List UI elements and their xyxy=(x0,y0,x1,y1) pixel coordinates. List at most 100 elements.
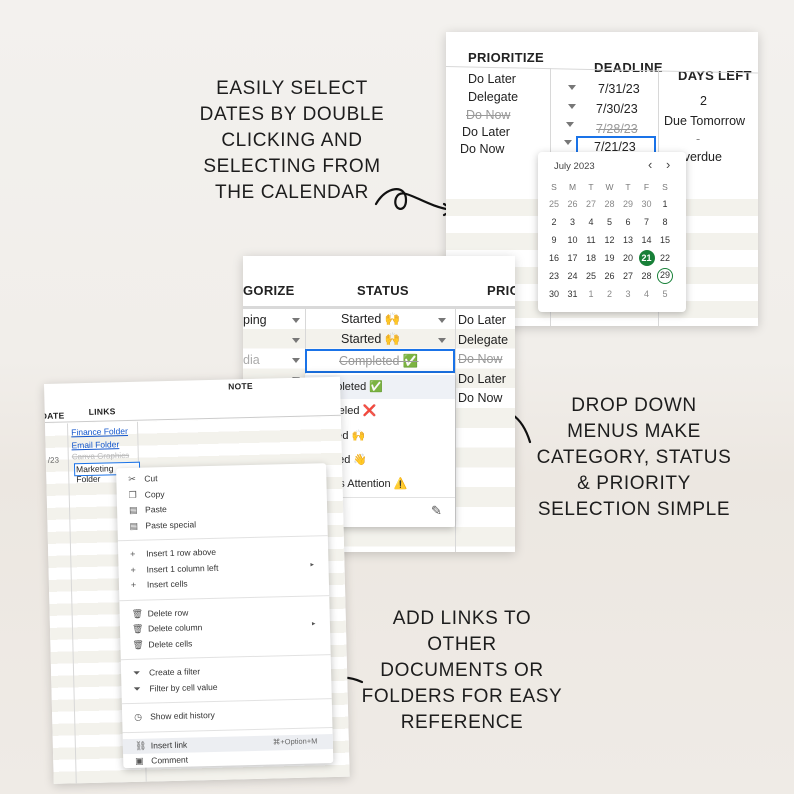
status-cell[interactable]: Started 🙌 xyxy=(341,332,400,347)
priority-cell[interactable]: Delegate xyxy=(458,333,508,347)
calendar-day[interactable]: 27 xyxy=(583,196,599,212)
calendar-day[interactable]: 27 xyxy=(620,268,636,284)
menu-item-insert-cells[interactable]: Insert cells xyxy=(147,579,188,590)
menu-item-insert-link[interactable]: Insert link xyxy=(151,739,188,750)
submenu-arrow-icon: ▸ xyxy=(310,560,315,569)
calendar-day[interactable]: 12 xyxy=(602,232,618,248)
calendar-day[interactable]: 5 xyxy=(602,214,618,230)
calendar-day[interactable]: 10 xyxy=(565,232,581,248)
calendar-day[interactable]: 30 xyxy=(546,286,562,302)
priority-cell[interactable]: Do Now xyxy=(460,142,504,156)
caption-line: & PRIORITY xyxy=(577,473,691,494)
calendar-day[interactable]: 3 xyxy=(565,214,581,230)
calendar-day[interactable]: 8 xyxy=(657,214,673,230)
menu-item-delete-cells[interactable]: Delete cells xyxy=(148,638,192,649)
menu-item-delete-row[interactable]: Delete row xyxy=(148,607,189,618)
calendar-day[interactable]: 26 xyxy=(565,196,581,212)
calendar-day[interactable]: 24 xyxy=(565,268,581,284)
dropdown-caret-icon[interactable] xyxy=(566,122,574,127)
paste-special-icon: ▤ xyxy=(129,520,139,531)
link-canva-graphics[interactable]: Canva Graphics xyxy=(72,451,130,461)
deadline-cell[interactable]: 7/30/23 xyxy=(596,102,638,116)
priority-cell[interactable]: Do Later xyxy=(458,372,506,386)
menu-item-comment[interactable]: Comment xyxy=(151,755,188,766)
caption-line: SELECTION SIMPLE xyxy=(537,499,731,520)
menu-item-delete-column[interactable]: Delete column xyxy=(148,622,203,633)
calendar-day[interactable]: 25 xyxy=(546,196,562,212)
menu-item-paste-special[interactable]: Paste special xyxy=(145,519,196,530)
dropdown-caret-icon[interactable] xyxy=(292,318,300,323)
dropdown-caret-icon[interactable] xyxy=(564,140,572,145)
deadline-cell[interactable]: 7/31/23 xyxy=(598,82,640,96)
menu-item-insert-1-row-above[interactable]: Insert 1 row above xyxy=(146,547,216,559)
calendar-day-selected[interactable]: 21 xyxy=(638,250,655,266)
calendar-day[interactable]: 7 xyxy=(639,214,655,230)
deadline-cell[interactable]: 7/28/23 xyxy=(596,122,638,136)
calendar-day[interactable]: 14 xyxy=(639,232,655,248)
calendar-day[interactable]: 18 xyxy=(583,250,599,266)
calendar-day[interactable]: 29 xyxy=(620,196,636,212)
context-menu[interactable]: ✂ Cut ❐ Copy ▤ Paste ▤ Paste special + Insert 1 r… xyxy=(116,463,334,769)
menu-item-filter-by-cell-value[interactable]: Filter by cell value xyxy=(149,681,217,693)
calendar-day[interactable]: 1 xyxy=(657,196,673,212)
next-month-button[interactable]: › xyxy=(666,157,670,172)
dropdown-caret-icon[interactable] xyxy=(438,318,446,323)
link-email-folder[interactable]: Email Folder xyxy=(71,439,119,450)
weekday-label: M xyxy=(568,182,577,192)
dropdown-caret-icon[interactable] xyxy=(292,357,300,363)
calendar-day[interactable]: 15 xyxy=(657,232,673,248)
dropdown-caret-icon[interactable] xyxy=(438,338,446,343)
category-cell[interactable]: ping xyxy=(243,313,267,327)
calendar-day[interactable]: 11 xyxy=(583,232,599,248)
menu-separator xyxy=(119,594,330,601)
calendar-day[interactable]: 5 xyxy=(657,286,673,302)
calendar-day[interactable]: 1 xyxy=(583,286,599,302)
calendar-day[interactable]: 4 xyxy=(583,214,599,230)
status-cell[interactable]: Started 🙌 xyxy=(341,312,400,327)
menu-item-cut[interactable]: Cut xyxy=(144,473,157,483)
link-finance-folder[interactable]: Finance Folder xyxy=(71,426,128,437)
calendar-day[interactable]: 26 xyxy=(602,268,618,284)
calendar-day[interactable]: 19 xyxy=(602,250,618,266)
calendar-day[interactable]: 3 xyxy=(620,286,636,302)
calendar-day[interactable]: 13 xyxy=(620,232,636,248)
menu-item-show-edit-history[interactable]: Show edit history xyxy=(150,710,215,722)
menu-item-paste[interactable]: Paste xyxy=(145,504,167,515)
edit-pencil-icon[interactable]: ✎ xyxy=(431,503,442,519)
calendar-day[interactable]: 4 xyxy=(639,286,655,302)
dropdown-caret-icon[interactable] xyxy=(568,104,576,109)
calendar-day[interactable]: 23 xyxy=(546,268,562,284)
priority-cell[interactable]: Do Later xyxy=(462,125,510,139)
status-cell-editing[interactable]: Completed ✅ xyxy=(305,349,455,373)
calendar-day[interactable]: 20 xyxy=(620,250,636,266)
priority-cell[interactable]: Delegate xyxy=(468,90,518,104)
menu-item-create-a-filter[interactable]: Create a filter xyxy=(149,666,200,677)
date-picker[interactable]: July 2023 ‹ › SMTWTFS 25 26 27 28 29 30 1 2 3 4 5 6… xyxy=(538,152,686,312)
calendar-day[interactable]: 25 xyxy=(583,268,599,284)
calendar-day[interactable]: 2 xyxy=(602,286,618,302)
calendar-day[interactable]: 16 xyxy=(546,250,562,266)
priority-cell[interactable]: Do Now xyxy=(466,108,510,122)
caption-line: CLICKING AND xyxy=(221,130,363,151)
category-cell[interactable]: dia xyxy=(243,353,260,367)
calendar-day[interactable]: 30 xyxy=(639,196,655,212)
calendar-day[interactable]: 28 xyxy=(639,268,655,284)
priority-cell[interactable]: Do Now xyxy=(458,391,502,405)
priority-cell[interactable]: Do Now xyxy=(458,352,502,366)
menu-item-copy[interactable]: Copy xyxy=(145,489,165,499)
calendar-day[interactable]: 9 xyxy=(546,232,562,248)
priority-cell[interactable]: Do Later xyxy=(468,72,516,86)
prev-month-button[interactable]: ‹ xyxy=(648,157,652,172)
menu-item-insert-1-column-left[interactable]: Insert 1 column left xyxy=(146,562,218,574)
calendar-day[interactable]: 2 xyxy=(546,214,562,230)
calendar-day[interactable]: 31 xyxy=(565,286,581,302)
calendar-day[interactable]: 17 xyxy=(565,250,581,266)
calendar-day-today[interactable]: 29 xyxy=(657,268,673,284)
calendar-day[interactable]: 28 xyxy=(602,196,618,212)
calendar-day[interactable]: 6 xyxy=(620,214,636,230)
priority-cell[interactable]: Do Later xyxy=(458,313,506,327)
calendar-day[interactable]: 22 xyxy=(657,250,673,266)
history-icon: ◷ xyxy=(134,711,143,722)
dropdown-caret-icon[interactable] xyxy=(292,337,300,343)
dropdown-caret-icon[interactable] xyxy=(568,85,576,90)
